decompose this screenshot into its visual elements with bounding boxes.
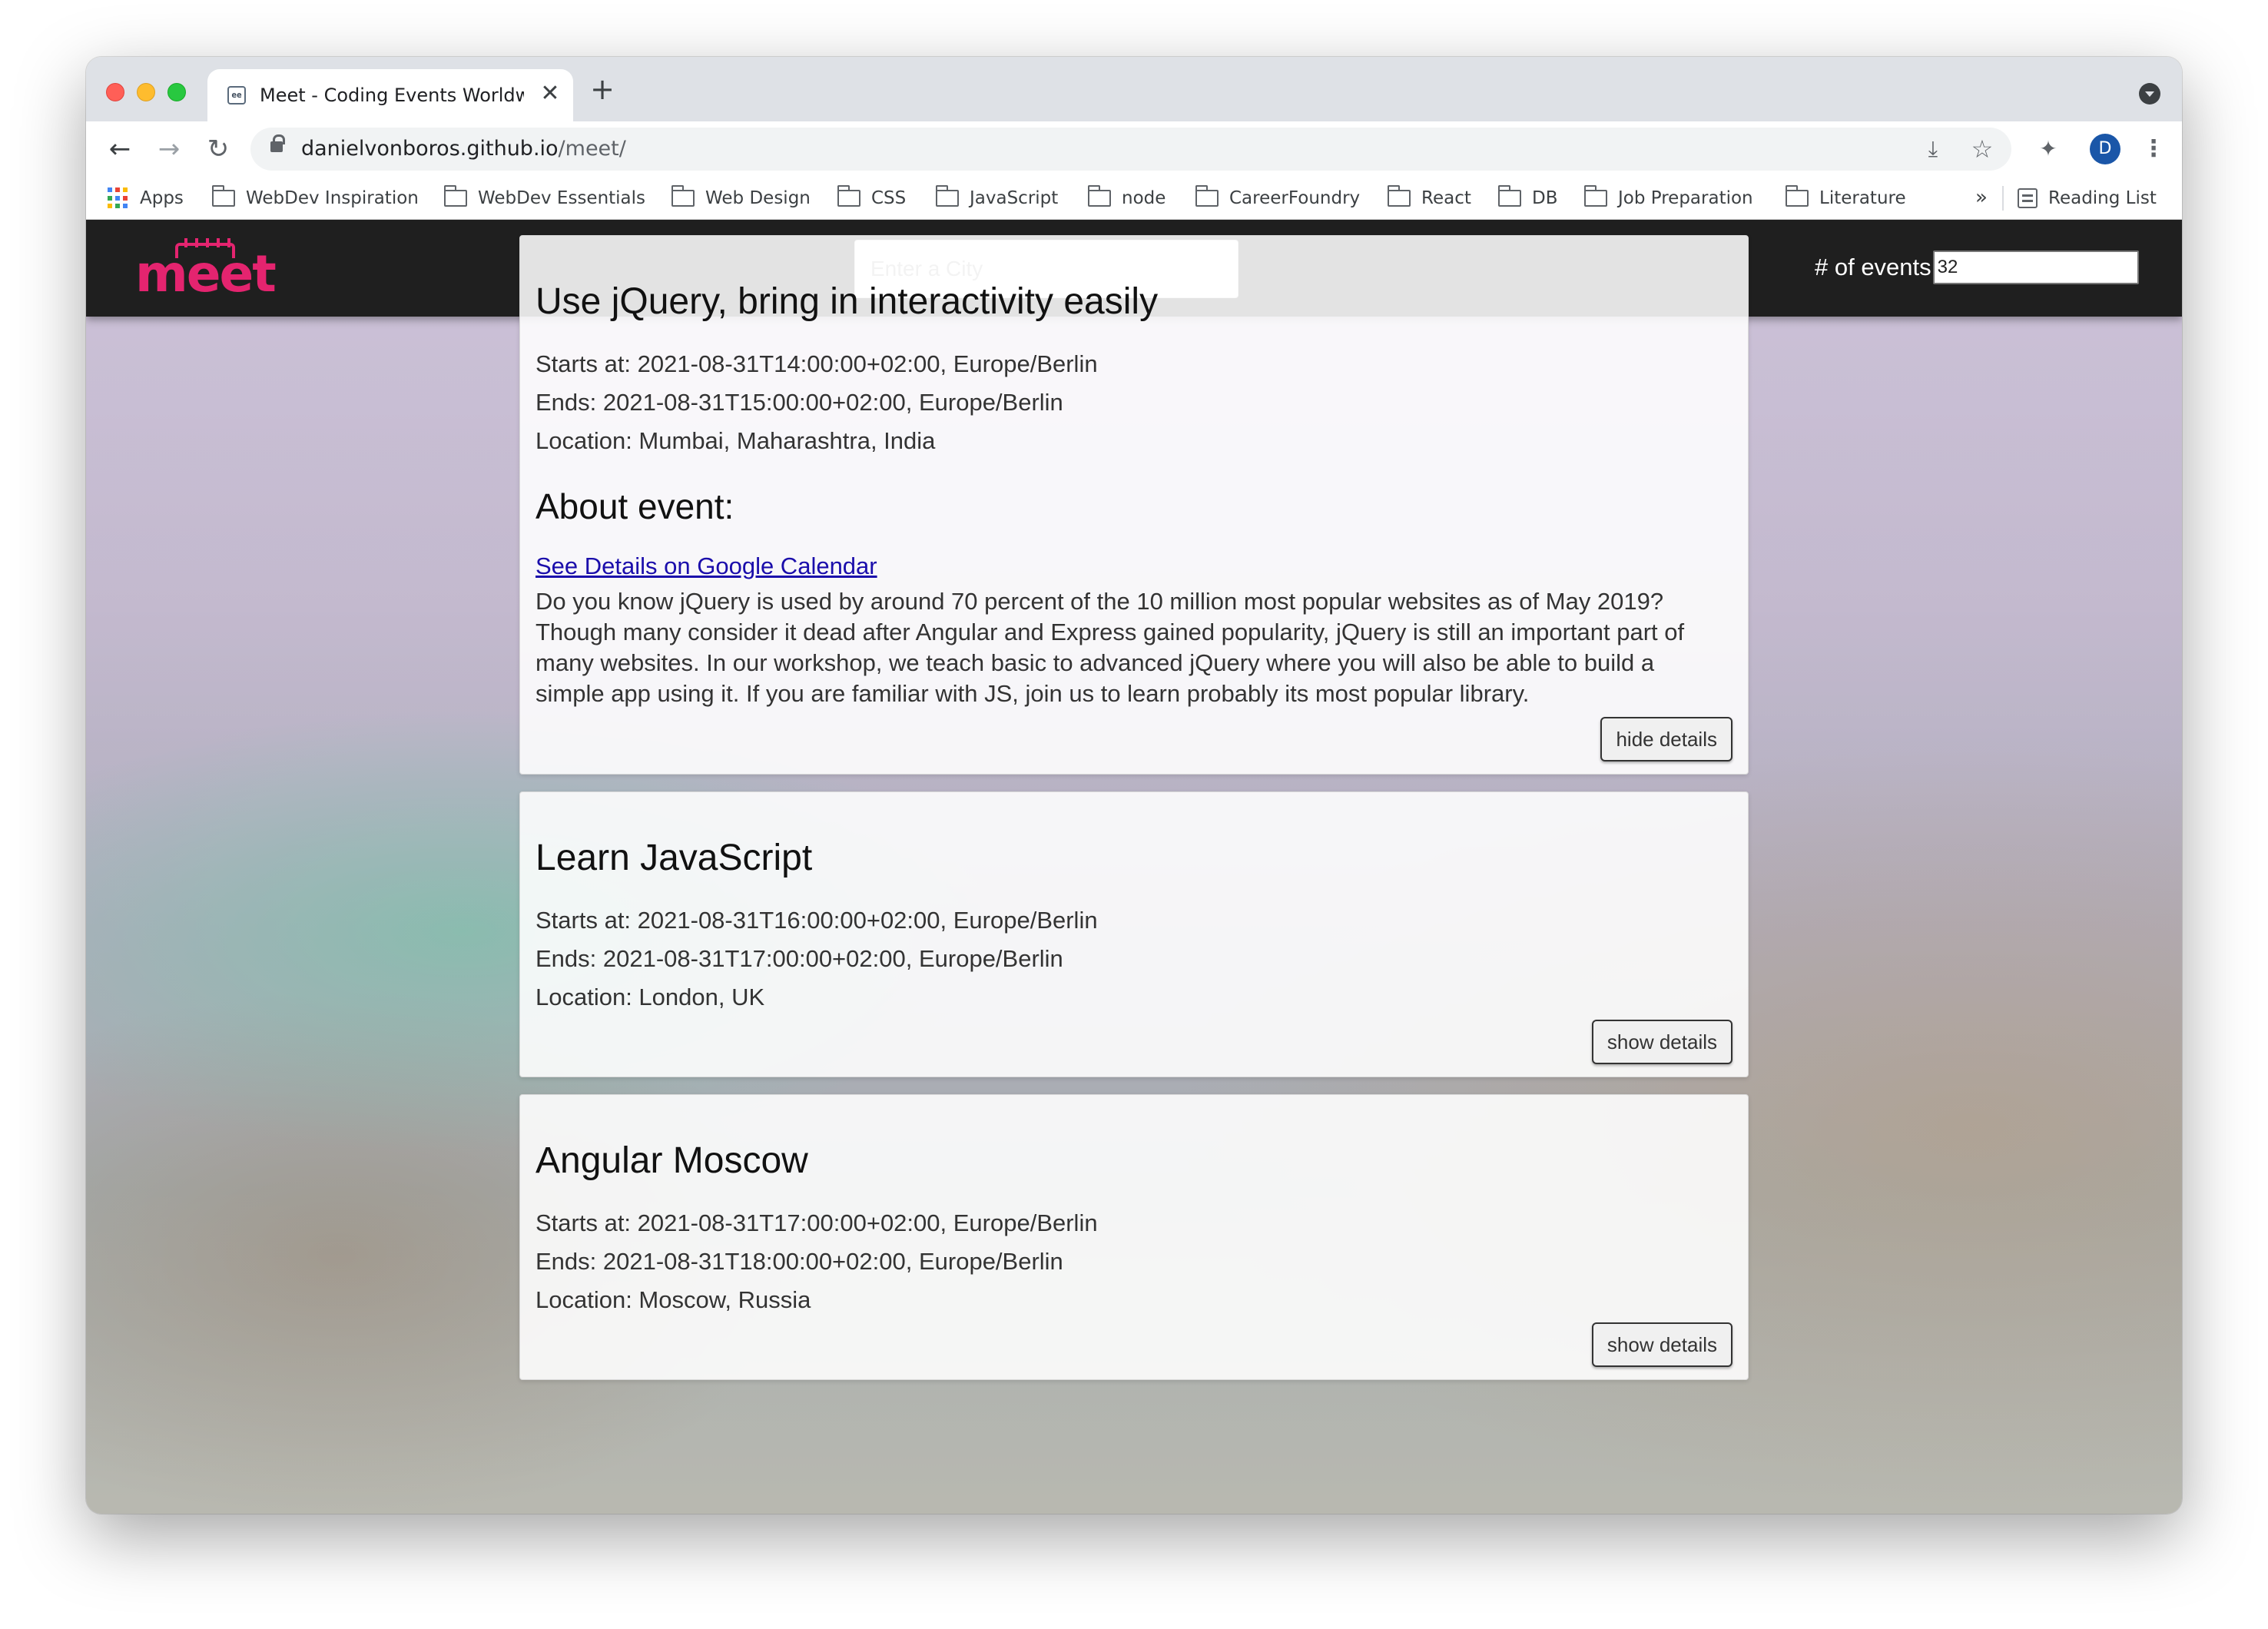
folder-icon [211, 185, 235, 207]
close-window-button[interactable] [106, 83, 124, 101]
install-app-icon[interactable]: ⤓ [1919, 135, 1947, 163]
bookmark-javascript[interactable]: JavaScript [935, 184, 1059, 212]
event-card: Use jQuery, bring in interactivity easil… [519, 235, 1749, 775]
event-card: Angular Moscow Starts at: 2021-08-31T17:… [519, 1094, 1749, 1380]
event-location: Location: Mumbai, Maharashtra, India [536, 427, 936, 454]
number-of-events-input[interactable] [1932, 250, 2139, 284]
event-title: Learn JavaScript [536, 838, 813, 878]
show-details-button[interactable]: show details [1591, 1020, 1732, 1064]
browser-window: ee Meet - Coding Events Worldwide ✕ + ← … [86, 57, 2182, 1514]
folder-icon [1387, 185, 1411, 207]
bookmark-label: React [1421, 188, 1471, 208]
folder-icon [443, 185, 467, 207]
bookmark-label: JavaScript [970, 188, 1059, 208]
bookmark-label: WebDev Essentials [478, 188, 646, 208]
show-details-button[interactable]: show details [1591, 1322, 1732, 1367]
event-end-time: Ends: 2021-08-31T18:00:00+02:00, Europe/… [536, 1248, 1063, 1275]
bookmark-label: node [1122, 188, 1166, 208]
reading-list-label: Reading List [2048, 188, 2157, 208]
bookmark-apps[interactable]: Apps [108, 184, 184, 212]
reading-list-icon [2018, 188, 2038, 208]
folder-icon [1583, 185, 1607, 207]
tab-title: Meet - Coding Events Worldwide [260, 85, 524, 106]
bookmark-label: Web Design [705, 188, 811, 208]
bookmark-label: Apps [140, 188, 184, 208]
back-arrow-icon[interactable]: ← [103, 132, 137, 166]
event-start-time: Starts at: 2021-08-31T14:00:00+02:00, Eu… [536, 350, 1098, 377]
event-start-time: Starts at: 2021-08-31T16:00:00+02:00, Eu… [536, 907, 1098, 934]
tab-search-icon[interactable] [2139, 83, 2160, 105]
event-location: Location: London, UK [536, 984, 765, 1010]
meet-app-page: meet # of events Use jQuery, bring in in… [86, 220, 2182, 1514]
forward-arrow-icon[interactable]: → [152, 132, 186, 166]
folder-icon [1195, 185, 1219, 207]
apps-grid-icon [108, 187, 129, 209]
url-text[interactable]: danielvonboros.github.io/meet/ [301, 137, 626, 161]
bookmarks-bar: Apps WebDev Inspiration WebDev Essential… [86, 177, 2182, 220]
maximize-window-button[interactable] [167, 83, 186, 101]
number-of-events-label: # of events [1815, 254, 1931, 280]
bookmark-label: CareerFoundry [1229, 188, 1361, 208]
tab-strip: ee Meet - Coding Events Worldwide ✕ + [86, 57, 2182, 121]
event-actions: show details [536, 1020, 1732, 1064]
event-start-time: Starts at: 2021-08-31T17:00:00+02:00, Eu… [536, 1209, 1098, 1236]
minimize-window-button[interactable] [137, 83, 155, 101]
bookmark-web-design[interactable]: Web Design [671, 184, 811, 212]
lock-icon[interactable] [270, 134, 285, 152]
folder-icon [837, 185, 860, 207]
site-favicon-icon: ee [227, 86, 246, 105]
event-title: Angular Moscow [536, 1140, 808, 1181]
event-title: Use jQuery, bring in interactivity easil… [536, 281, 1159, 322]
logo-text: meet [135, 244, 277, 304]
bookmark-react[interactable]: React [1387, 184, 1471, 212]
bookmark-literature[interactable]: Literature [1785, 184, 1906, 212]
profile-avatar[interactable]: D [2090, 134, 2120, 164]
bookmark-css[interactable]: CSS [837, 184, 906, 212]
address-bar[interactable]: danielvonboros.github.io/meet/ ⤓ ☆ [250, 128, 2011, 171]
meet-logo[interactable]: meet [135, 238, 277, 304]
bookmark-label: Job Preparation [1618, 188, 1753, 208]
url-host: danielvonboros.github.io [301, 137, 559, 161]
about-event-heading: About event: [536, 486, 734, 526]
hide-details-button[interactable]: hide details [1600, 717, 1732, 761]
bookmark-star-icon[interactable]: ☆ [1968, 135, 1996, 163]
bookmark-label: DB [1532, 188, 1558, 208]
folder-icon [935, 185, 959, 207]
bookmark-label: CSS [871, 188, 907, 208]
bookmark-db[interactable]: DB [1497, 184, 1558, 212]
kebab-menu-icon[interactable]: ⋮ [2142, 134, 2165, 164]
more-bookmarks-chevron-icon[interactable]: » [1970, 184, 1993, 212]
bookmark-job-preparation[interactable]: Job Preparation [1583, 184, 1753, 212]
new-tab-button[interactable]: + [587, 74, 618, 105]
puzzle-icon[interactable]: ✦ [2034, 135, 2062, 163]
folder-icon [1785, 185, 1809, 207]
folder-icon [1497, 185, 1521, 207]
close-tab-icon[interactable]: ✕ [538, 81, 562, 106]
bookmark-node[interactable]: node [1087, 184, 1166, 212]
browser-tab-active[interactable]: ee Meet - Coding Events Worldwide ✕ [207, 69, 573, 121]
event-end-time: Ends: 2021-08-31T17:00:00+02:00, Europe/… [536, 945, 1063, 972]
bookmark-webdev-essentials[interactable]: WebDev Essentials [443, 184, 646, 212]
event-card: Learn JavaScript Starts at: 2021-08-31T1… [519, 791, 1749, 1077]
bookmark-label: Literature [1819, 188, 1906, 208]
folder-icon [1087, 185, 1111, 207]
bookmark-webdev-inspiration[interactable]: WebDev Inspiration [211, 184, 419, 212]
google-calendar-link[interactable]: See Details on Google Calendar [536, 549, 877, 583]
bookmark-label: WebDev Inspiration [246, 188, 419, 208]
url-path: /meet/ [558, 137, 626, 161]
folder-icon [671, 185, 695, 207]
event-actions: hide details [536, 717, 1732, 761]
event-location: Location: Moscow, Russia [536, 1286, 811, 1313]
reading-list-button[interactable]: Reading List [2018, 184, 2157, 212]
bookmarks-divider [2002, 186, 2004, 211]
browser-toolbar: ← → ↻ danielvonboros.github.io/meet/ ⤓ ☆… [86, 121, 2182, 177]
event-list: Use jQuery, bring in interactivity easil… [519, 235, 1749, 1397]
reload-icon[interactable]: ↻ [201, 132, 235, 166]
event-actions: show details [536, 1322, 1732, 1367]
number-of-events: # of events [1815, 250, 2139, 284]
event-description: Do you know jQuery is used by around 70 … [536, 588, 1685, 707]
bookmark-careerfoundry[interactable]: CareerFoundry [1195, 184, 1360, 212]
event-end-time: Ends: 2021-08-31T15:00:00+02:00, Europe/… [536, 389, 1063, 416]
